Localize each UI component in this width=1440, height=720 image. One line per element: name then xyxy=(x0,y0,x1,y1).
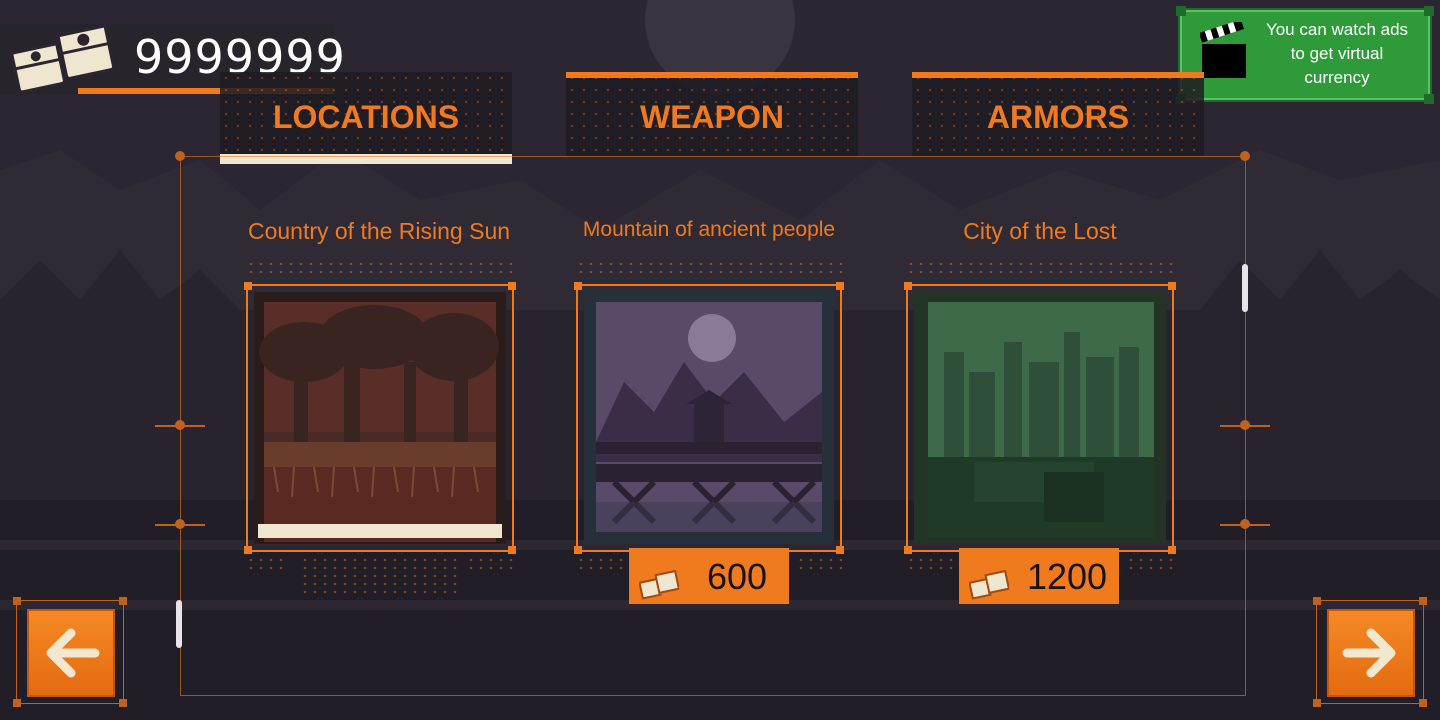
money-stack-icon xyxy=(638,560,681,618)
tab-armors[interactable]: ARMORS xyxy=(912,72,1204,156)
price-tag-mountain[interactable]: 600 xyxy=(629,548,789,604)
dotted-divider xyxy=(576,556,626,572)
watch-ads-button[interactable]: You can watch ads to get virtual currenc… xyxy=(1176,6,1434,104)
selected-indicator xyxy=(258,524,502,538)
arrow-left-icon xyxy=(46,628,100,678)
tab-weapon[interactable]: WEAPON xyxy=(566,72,858,156)
location-thumbnail xyxy=(584,292,834,544)
clapperboard-icon xyxy=(1199,19,1248,85)
panel-dot xyxy=(1240,420,1250,430)
panel-dot xyxy=(1240,519,1250,529)
location-title: Mountain of ancient people xyxy=(582,218,836,241)
tab-label: WEAPON xyxy=(640,99,784,135)
panel-dot xyxy=(1240,151,1250,161)
panel-dot xyxy=(175,420,185,430)
price-value: 600 xyxy=(706,556,768,597)
location-title: City of the Lost xyxy=(963,218,1117,244)
prev-button[interactable] xyxy=(13,597,127,707)
location-title: Country of the Rising Sun xyxy=(247,218,511,244)
arrow-right-icon xyxy=(1342,628,1396,678)
price-tag-city[interactable]: 1200 xyxy=(959,548,1119,604)
dotted-divider xyxy=(1126,556,1174,572)
dotted-divider xyxy=(300,556,460,596)
location-thumbnail xyxy=(914,292,1166,544)
price-value: 1200 xyxy=(1026,556,1108,597)
money-stack-icon xyxy=(968,560,1011,618)
dotted-divider xyxy=(906,260,1174,276)
dotted-divider xyxy=(796,556,842,572)
panel-dot xyxy=(175,519,185,529)
panel-dot xyxy=(175,151,185,161)
location-card-rising-sun[interactable] xyxy=(244,282,516,554)
tab-label: ARMORS xyxy=(986,99,1130,135)
dotted-divider xyxy=(906,556,956,572)
watch-ads-text: You can watch ads to get virtual currenc… xyxy=(1265,20,1409,87)
location-thumbnail xyxy=(254,292,506,544)
dotted-divider xyxy=(246,556,290,572)
dotted-divider xyxy=(246,260,514,276)
next-button[interactable] xyxy=(1313,597,1427,707)
tab-locations[interactable]: LOCATIONS xyxy=(220,72,512,156)
tab-label: LOCATIONS xyxy=(272,99,460,135)
dotted-divider xyxy=(466,556,514,572)
location-card-city[interactable] xyxy=(904,282,1176,554)
scroll-indicator-left[interactable] xyxy=(176,600,182,648)
location-card-mountain[interactable] xyxy=(574,282,844,554)
scroll-indicator-right[interactable] xyxy=(1242,264,1248,312)
dotted-divider xyxy=(576,260,842,276)
